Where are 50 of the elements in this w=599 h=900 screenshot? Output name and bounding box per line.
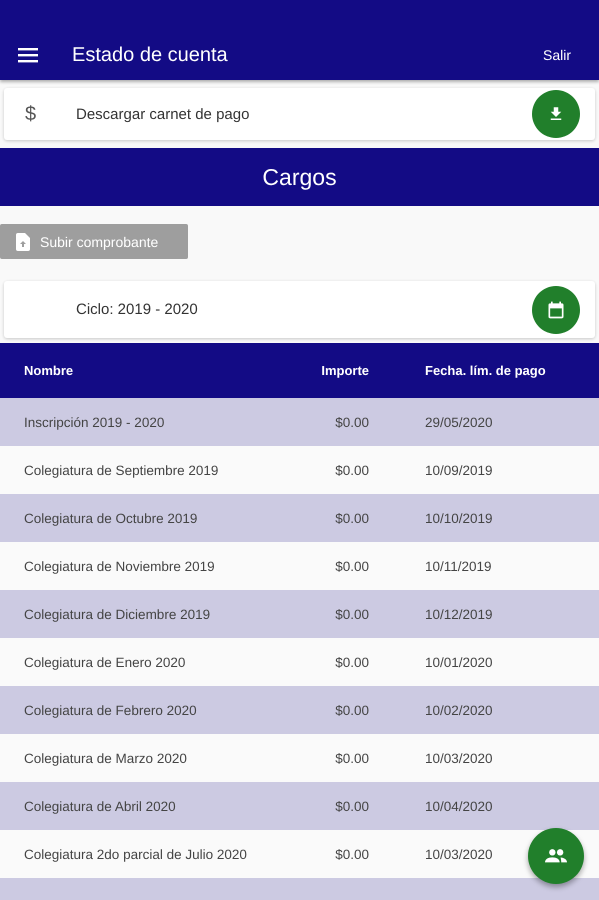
table-cell-text: $0.00 [334, 558, 369, 574]
table-cell: 10/12/2019 [425, 606, 493, 622]
table-row[interactable]: Colegiatura de Febrero 2020 $0.00 10/02/2020 [0, 686, 599, 734]
table-cell-text: Colegiatura de Marzo 2020 [24, 750, 188, 766]
download-label: Descargar carnet de pago [76, 106, 250, 122]
table-cell-text: Colegiatura de Noviembre 2019 [24, 558, 216, 574]
table-cell-text: Colegiatura 2do parcial de Julio 2020 [24, 846, 248, 862]
table-cell-text: Colegiatura de Octubre 2019 [24, 510, 198, 526]
table-cell-text: Colegiatura de Febrero 2020 [24, 702, 198, 718]
table-row[interactable]: Colegiatura de Abril 2020 $0.00 10/04/2020 [0, 782, 599, 830]
table-cell-text: $0.00 [334, 606, 369, 622]
table-row[interactable]: Inscripción 2019 - 2020 $0.00 29/05/2020 [0, 398, 599, 446]
table-cell-text: $0.00 [334, 654, 369, 670]
table-cell-text: $0.00 [334, 702, 369, 718]
file-upload-icon [16, 232, 30, 250]
table-cell: 10/01/2020 [425, 654, 493, 670]
table-cell: 29/05/2020 [425, 414, 493, 430]
table-cell-text: Colegiatura de Abril 2020 [24, 798, 177, 814]
table-cell-text: $0.00 [334, 462, 369, 478]
table-cell-text: Colegiatura de Septiembre 2019 [24, 462, 220, 478]
table-cell: 10/11/2019 [425, 558, 492, 574]
table-cell-text: $0.00 [334, 798, 369, 814]
column-header: Fecha. lím. de pago [425, 363, 546, 378]
column-header: Nombre [24, 363, 74, 378]
column-header: Importe [320, 363, 369, 378]
table-cell: 10/03/2020 [425, 846, 493, 862]
menu-icon[interactable] [18, 47, 38, 63]
screen-title: Estado de cuenta [72, 44, 229, 66]
table-cell: 10/10/2019 [425, 510, 493, 526]
dollar-icon: $ [25, 102, 45, 126]
table-cell: 10/09/2019 [425, 462, 493, 478]
table-cell: 10/04/2020 [425, 798, 493, 814]
table-cell-text: $0.00 [334, 510, 369, 526]
table-cell-text: $0.00 [334, 750, 369, 766]
table-cell-text: Colegiatura de Diciembre 2019 [24, 606, 212, 622]
table-cell-text: Colegiatura de Enero 2020 [24, 654, 186, 670]
table-cell-text: $0.00 [334, 846, 369, 862]
section-title: Cargos [262, 164, 337, 190]
calendar-button[interactable] [532, 286, 580, 334]
people-icon [545, 848, 567, 864]
table-row[interactable]: Colegiatura de Octubre 2019 $0.00 10/10/2019 [0, 494, 599, 542]
cycle-label: Ciclo: 2019 - 2020 [76, 301, 199, 318]
download-button[interactable] [532, 90, 580, 138]
table-cell: 10/03/2020 [425, 750, 493, 766]
table-cell-text: $0.00 [334, 414, 369, 430]
table-row[interactable]: Colegiatura de Diciembre 2019 $0.00 10/12/2019 [0, 590, 599, 638]
table-cell-text: Inscripción 2019 - 2020 [24, 414, 166, 430]
logout-button[interactable]: Salir [542, 47, 571, 63]
calendar-icon [546, 300, 566, 320]
table-cell: 10/02/2020 [425, 702, 493, 718]
